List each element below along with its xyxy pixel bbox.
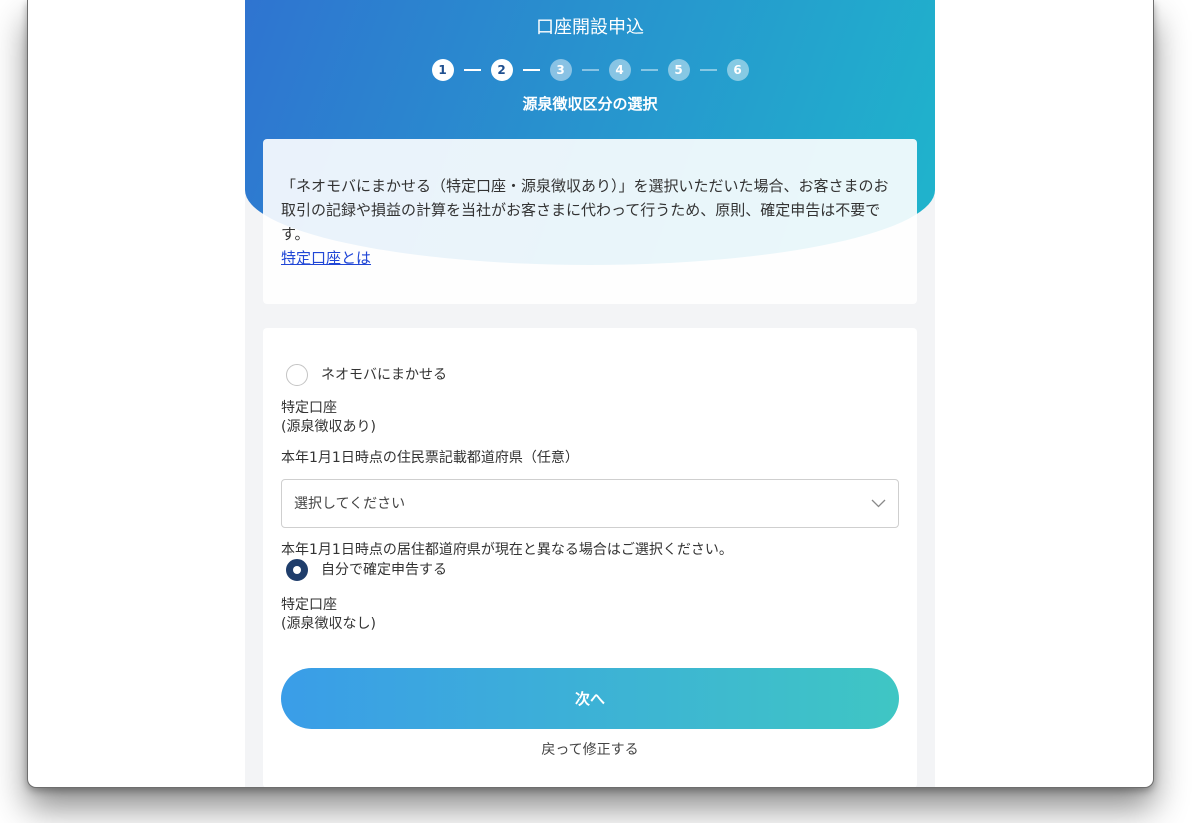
page-title: 口座開設申込: [536, 17, 644, 38]
account-type: 特定口座: [281, 400, 337, 416]
step-connector: [699, 69, 717, 71]
step-4: 4: [608, 59, 631, 81]
account-type: 特定口座: [281, 597, 337, 613]
info-card: 「ネオモバにまかせる（特定口座・源泉徴収あり）」を選択いただいた場合、お客さまの…: [263, 139, 917, 304]
radio-button[interactable]: [286, 364, 308, 386]
prefecture-select-wrapper: 選択してください: [281, 479, 899, 528]
prefecture-select[interactable]: 選択してください: [281, 479, 899, 528]
next-button[interactable]: 次へ: [281, 668, 899, 729]
option-description: 特定口座 (源泉徴収なし): [281, 596, 376, 634]
app-window: 口座開設申込 1 2 3 4 5 6 源泉徴収区分の選択 「ネオモバにまかせる（…: [27, 0, 1154, 788]
option-neomoba-makaseru[interactable]: ネオモバにまかせる: [286, 364, 447, 386]
step-5: 5: [667, 59, 690, 81]
step-indicator: 1 2 3 4 5 6: [245, 59, 935, 81]
withholding-type: (源泉徴収なし): [281, 616, 376, 632]
option-description: 特定口座 (源泉徴収あり): [281, 399, 376, 437]
step-subtitle: 源泉徴収区分の選択: [522, 95, 658, 113]
radio-button[interactable]: [286, 559, 308, 581]
back-to-edit-link[interactable]: 戻って修正する: [263, 740, 917, 760]
prefecture-note: 本年1月1日時点の居住都道府県が現在と異なる場合はご選択ください。: [281, 542, 733, 558]
step-2: 2: [490, 59, 513, 81]
option-label: 自分で確定申告する: [321, 562, 447, 578]
option-self-tax-return[interactable]: 自分で確定申告する: [286, 559, 447, 581]
specific-account-link[interactable]: 特定口座とは: [281, 246, 371, 270]
info-text: 「ネオモバにまかせる（特定口座・源泉徴収あり）」を選択いただいた場合、お客さまの…: [281, 177, 889, 243]
withholding-type: (源泉徴収あり): [281, 419, 376, 435]
step-connector: [522, 69, 540, 71]
step-6: 6: [726, 59, 749, 81]
form-card: ネオモバにまかせる 特定口座 (源泉徴収あり) 本年1月1日時点の住民票記載都道…: [263, 328, 917, 787]
step-3: 3: [549, 59, 572, 81]
step-connector: [581, 69, 599, 71]
step-connector: [640, 69, 658, 71]
prefecture-label: 本年1月1日時点の住民票記載都道府県（任意）: [281, 450, 579, 466]
step-1: 1: [431, 59, 454, 81]
page-column: 口座開設申込 1 2 3 4 5 6 源泉徴収区分の選択 「ネオモバにまかせる（…: [245, 0, 935, 787]
option-label: ネオモバにまかせる: [321, 367, 447, 383]
step-connector: [463, 69, 481, 71]
